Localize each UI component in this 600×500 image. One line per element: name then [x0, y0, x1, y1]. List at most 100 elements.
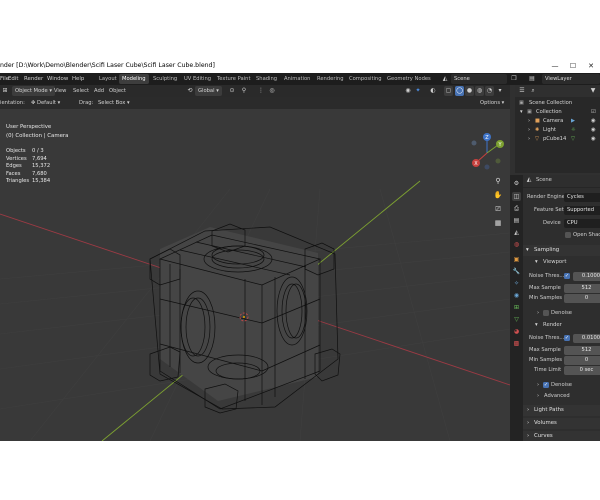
- render-noise-field[interactable]: 0.0100: [573, 333, 600, 343]
- options-button[interactable]: Options ▾: [477, 98, 507, 108]
- gizmo-neg-x[interactable]: [471, 140, 477, 146]
- expand-camera-icon[interactable]: ›: [528, 117, 530, 126]
- menu-add[interactable]: Add: [94, 85, 104, 97]
- tab-animation[interactable]: Animation: [281, 74, 313, 84]
- proportional-edit-icon[interactable]: ◎: [268, 87, 276, 95]
- gizmo-neg-z[interactable]: [484, 164, 490, 170]
- device-dropdown[interactable]: CPU: [564, 218, 600, 228]
- menu-edit[interactable]: Edit: [8, 73, 18, 85]
- camera-view-icon[interactable]: ⎚: [492, 203, 504, 215]
- view-layer-tab-icon[interactable]: ▤: [512, 216, 521, 225]
- tool-tab-icon[interactable]: ⚙: [512, 179, 521, 188]
- light-paths-panel-header[interactable]: › Light Paths: [523, 405, 600, 416]
- editor-type-icon[interactable]: ⊞: [1, 87, 9, 95]
- tab-modeling[interactable]: Modeling: [119, 74, 149, 84]
- viewport-canvas[interactable]: Z Y X: [0, 109, 510, 441]
- viewport-noise-field[interactable]: 0.1000: [573, 271, 600, 281]
- output-tab-icon[interactable]: ⎙: [512, 204, 521, 213]
- mode-selector[interactable]: Object Mode ▾: [12, 86, 55, 96]
- menu-select[interactable]: Select: [73, 85, 89, 97]
- viewport-denoise-row[interactable]: › Denoise: [523, 308, 600, 318]
- outliner-item-light[interactable]: › ✺ Light ☼ ◉: [515, 126, 600, 135]
- snapping-icon[interactable]: ⋮: [257, 87, 265, 95]
- visibility-icon[interactable]: ◉: [404, 87, 412, 95]
- data-tab-icon[interactable]: ▽: [512, 315, 521, 324]
- tab-rendering[interactable]: Rendering: [314, 74, 347, 84]
- properties-pin-icon[interactable]: ◭: [525, 176, 533, 184]
- zoom-icon[interactable]: ⚲: [492, 175, 504, 187]
- tab-sculpting[interactable]: Sculpting: [150, 74, 180, 84]
- tab-compositing[interactable]: Compositing: [346, 74, 385, 84]
- render-denoise-row[interactable]: › ✓ Denoise: [523, 380, 600, 390]
- outliner-item-camera[interactable]: › ■ Camera ▶ ◉: [515, 117, 600, 126]
- render-denoise-checkbox[interactable]: ✓: [543, 381, 549, 388]
- feature-set-dropdown[interactable]: Supported: [564, 205, 600, 215]
- viewport-noise-checkbox[interactable]: ✓: [564, 272, 570, 279]
- viewport-denoise-checkbox[interactable]: [543, 309, 549, 316]
- menu-window[interactable]: Window: [47, 73, 68, 85]
- transform-orientation-selector[interactable]: Global ▾: [195, 86, 222, 96]
- wireframe-cube[interactable]: [149, 223, 341, 414]
- world-tab-icon[interactable]: ◍: [512, 240, 521, 249]
- close-button[interactable]: ✕: [582, 59, 600, 73]
- perspective-toggle-icon[interactable]: ▦: [492, 217, 504, 229]
- viewport-subpanel-header[interactable]: ▾ Viewport: [523, 257, 600, 267]
- minimize-button[interactable]: —: [546, 59, 564, 73]
- outliner-collection[interactable]: ▾ ▣ Collection ☑: [515, 108, 600, 117]
- copy-icon[interactable]: ❐: [510, 75, 518, 83]
- texture-tab-icon[interactable]: ▩: [512, 339, 521, 348]
- particles-tab-icon[interactable]: ✧: [512, 279, 521, 288]
- object-tab-icon[interactable]: ▣: [512, 255, 521, 264]
- menu-help[interactable]: Help: [72, 73, 84, 85]
- tab-uv-editing[interactable]: UV Editing: [181, 74, 214, 84]
- menu-render[interactable]: Render: [24, 73, 43, 85]
- volumes-panel-header[interactable]: › Volumes: [523, 418, 600, 429]
- scene-tab-icon[interactable]: ◭: [512, 228, 521, 237]
- shading-material-button[interactable]: ◍: [475, 86, 484, 96]
- 3d-viewport[interactable]: Z Y X User Perspective (0) Collection | …: [0, 109, 510, 441]
- physics-tab-icon[interactable]: ◉: [512, 291, 521, 300]
- tab-shading[interactable]: Shading: [253, 74, 280, 84]
- render-tab-icon[interactable]: ◫: [512, 192, 521, 201]
- open-shading-checkbox[interactable]: [565, 231, 571, 238]
- render-engine-dropdown[interactable]: Cycles: [564, 192, 600, 202]
- maximize-button[interactable]: ☐: [564, 59, 582, 73]
- curves-panel-header[interactable]: › Curves: [523, 431, 600, 441]
- advanced-row[interactable]: › Advanced: [523, 391, 600, 401]
- expand-light-icon[interactable]: ›: [528, 126, 530, 135]
- display-mode-icon[interactable]: ☰: [518, 87, 526, 95]
- gizmo-neg-y[interactable]: [495, 158, 501, 164]
- expand-pcube14-icon[interactable]: ›: [528, 135, 530, 144]
- viewport-max-field[interactable]: 512: [564, 283, 600, 293]
- time-limit-field[interactable]: 0 sec: [564, 365, 600, 375]
- shading-wireframe-button[interactable]: ◯: [455, 86, 464, 96]
- tab-geometry-nodes[interactable]: Geometry Nodes: [384, 74, 434, 84]
- viewport-min-field[interactable]: 0: [564, 293, 600, 303]
- menu-object[interactable]: Object: [109, 85, 126, 97]
- render-min-field[interactable]: 0: [564, 355, 600, 365]
- tab-texture-paint[interactable]: Texture Paint: [214, 74, 253, 84]
- shading-options-icon[interactable]: ▾: [496, 87, 504, 95]
- constraints-tab-icon[interactable]: ⊞: [512, 303, 521, 312]
- expand-collection-icon[interactable]: ▾: [520, 108, 523, 117]
- shading-rendered-button[interactable]: ◔: [485, 86, 494, 96]
- pan-hand-icon[interactable]: ✋: [492, 189, 504, 201]
- render-subpanel-header[interactable]: ▾ Render: [523, 320, 600, 330]
- render-max-field[interactable]: 512: [564, 345, 600, 355]
- light-visibility-icon[interactable]: ◉: [591, 126, 596, 135]
- filter-icon[interactable]: ▼: [589, 87, 597, 95]
- modifier-tab-icon[interactable]: 🔧: [512, 267, 521, 276]
- scene-selector[interactable]: Scene: [451, 74, 507, 84]
- material-tab-icon[interactable]: ◕: [512, 327, 521, 336]
- navigation-gizmo[interactable]: Z Y X: [471, 133, 505, 170]
- outliner-item-pcube14[interactable]: › ▽ pCube14 ▽ ◉: [515, 135, 600, 144]
- search-icon[interactable]: ⌕: [529, 87, 537, 95]
- camera-visibility-icon[interactable]: ◉: [591, 117, 596, 126]
- gizmo-toggle-icon[interactable]: ✦: [414, 87, 422, 95]
- orientation-selector[interactable]: ✥ Default ▾: [28, 98, 63, 108]
- render-noise-checkbox[interactable]: ✓: [564, 334, 570, 341]
- pcube14-visibility-icon[interactable]: ◉: [591, 135, 596, 144]
- overlay-toggle-icon[interactable]: ◐: [429, 87, 437, 95]
- xray-toggle[interactable]: ▢: [444, 86, 453, 96]
- snap-icon[interactable]: ⚲: [240, 87, 248, 95]
